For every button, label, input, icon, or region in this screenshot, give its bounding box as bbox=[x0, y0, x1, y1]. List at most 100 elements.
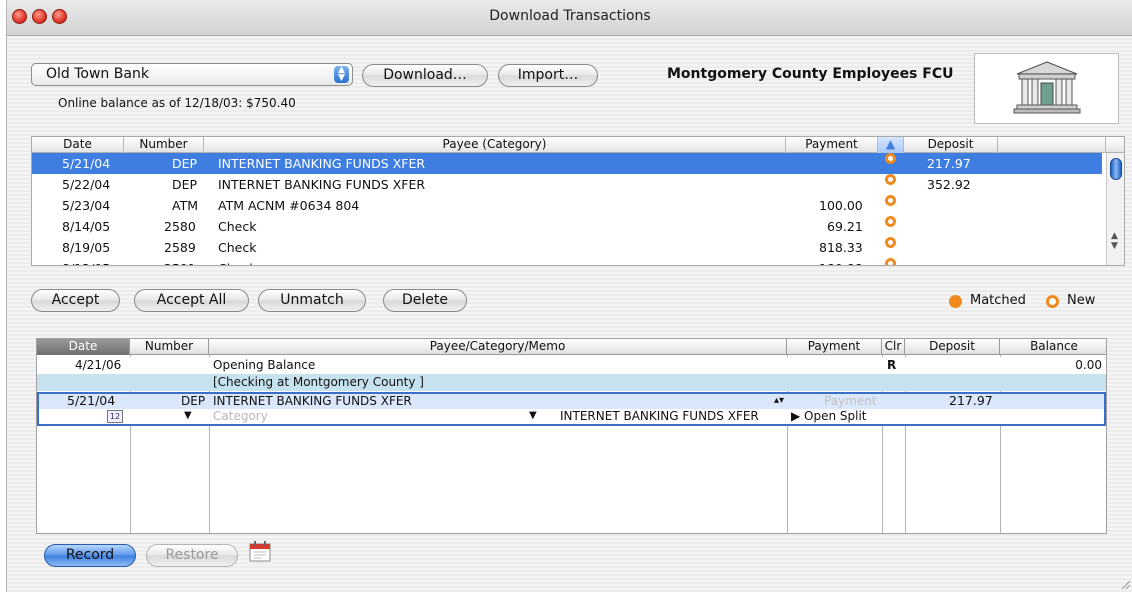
col-payee[interactable]: Payee (Category) bbox=[204, 137, 786, 153]
matched-legend-label: Matched bbox=[970, 293, 1026, 308]
col-payment[interactable]: Payment bbox=[786, 137, 878, 153]
reg-col-clr[interactable]: Clr bbox=[882, 339, 905, 355]
table-row[interactable]: 5/22/04 DEP INTERNET BANKING FUNDS XFER … bbox=[32, 174, 1102, 195]
new-status-icon bbox=[885, 237, 896, 248]
scroll-arrows-icon[interactable]: ▲ ▼ bbox=[1111, 231, 1118, 251]
import-button[interactable]: Import… bbox=[498, 64, 598, 87]
register-row-opening-transfer: [Checking at Montgomery County ] bbox=[37, 374, 1106, 391]
table-row[interactable]: 5/23/04 ATM ATM ACNM #0634 804 100.00 bbox=[32, 195, 1102, 216]
downloaded-transactions-table: Date Number Payee (Category) Payment ▲ D… bbox=[31, 136, 1125, 266]
number-dropdown-arrow-icon[interactable]: ▼ bbox=[184, 409, 192, 423]
edit-date-field[interactable]: 5/21/04 bbox=[67, 394, 115, 408]
account-selector[interactable]: Old Town Bank ▲ ▼ bbox=[31, 63, 353, 86]
calendar-icon[interactable]: 12 bbox=[107, 410, 123, 423]
register-row-opening[interactable]: 4/21/06 Opening Balance R 0.00 bbox=[37, 357, 1106, 374]
opening-transfer: [Checking at Montgomery County ] bbox=[213, 375, 424, 389]
row-payee: Check bbox=[218, 258, 256, 265]
bank-building-icon bbox=[1013, 61, 1081, 114]
edit-payee-field[interactable]: INTERNET BANKING FUNDS XFER bbox=[213, 394, 412, 408]
row-number: 2591 bbox=[164, 258, 196, 265]
col-status-sort[interactable]: ▲ bbox=[878, 137, 904, 153]
scroll-thumb[interactable] bbox=[1110, 158, 1122, 180]
row-payee: INTERNET BANKING FUNDS XFER bbox=[218, 156, 426, 171]
online-balance-text: Online balance as of 12/18/03: $750.40 bbox=[58, 96, 296, 110]
col-number[interactable]: Number bbox=[124, 137, 204, 153]
row-date: 8/19/05 bbox=[62, 240, 111, 255]
col-blank bbox=[998, 137, 1106, 153]
bank-name: Montgomery County Employees FCU bbox=[667, 66, 954, 82]
account-selector-value: Old Town Bank bbox=[46, 66, 149, 82]
opening-payee: Opening Balance bbox=[213, 358, 316, 372]
reg-col-date[interactable]: Date bbox=[37, 339, 130, 355]
record-button[interactable]: Record bbox=[44, 544, 136, 567]
new-status-icon bbox=[885, 216, 896, 227]
calendar-icon[interactable] bbox=[247, 539, 275, 565]
edit-payment-field[interactable]: Payment bbox=[824, 394, 877, 408]
table-row[interactable]: 5/21/04 DEP INTERNET BANKING FUNDS XFER … bbox=[32, 153, 1102, 174]
new-legend-label: New bbox=[1067, 293, 1096, 308]
row-payee: ATM ACNM #0634 804 bbox=[218, 198, 360, 213]
window-content: Old Town Bank ▲ ▼ Download… Import… Onlin… bbox=[7, 36, 1132, 592]
accept-button[interactable]: Accept bbox=[31, 289, 120, 312]
row-payment: 180.88 bbox=[819, 258, 863, 265]
row-date: 5/23/04 bbox=[62, 198, 111, 213]
table-row[interactable]: 8/14/05 2580 Check 69.21 bbox=[32, 216, 1102, 237]
editing-transaction[interactable]: 5/21/04 DEP INTERNET BANKING FUNDS XFER … bbox=[37, 392, 1106, 426]
edit-memo-field[interactable]: INTERNET BANKING FUNDS XFER bbox=[560, 409, 759, 423]
edit-deposit-field[interactable]: 217.97 bbox=[949, 394, 993, 408]
download-transactions-window: Download Transactions Old Town Bank ▲ ▼ D… bbox=[6, 0, 1132, 592]
new-legend-icon bbox=[1046, 295, 1059, 308]
new-status-icon bbox=[885, 174, 896, 185]
resize-grip-icon[interactable] bbox=[1119, 578, 1131, 590]
row-number: DEP bbox=[172, 156, 198, 171]
col-date[interactable]: Date bbox=[32, 137, 124, 153]
row-date: 8/12/05 bbox=[62, 258, 110, 265]
reg-col-deposit[interactable]: Deposit bbox=[905, 339, 1000, 355]
opening-date: 4/21/06 bbox=[75, 358, 122, 372]
row-date: 8/14/05 bbox=[62, 219, 111, 234]
row-number: ATM bbox=[172, 198, 199, 213]
open-split-button[interactable]: ▶ Open Split bbox=[791, 409, 867, 423]
row-payment: 69.21 bbox=[827, 219, 863, 234]
opening-balance: 0.00 bbox=[1075, 358, 1102, 372]
category-dropdown-arrow-icon[interactable]: ▼ bbox=[529, 409, 537, 423]
reg-col-number[interactable]: Number bbox=[130, 339, 209, 355]
table-row[interactable]: 8/19/05 2589 Check 818.33 bbox=[32, 237, 1102, 258]
download-button[interactable]: Download… bbox=[362, 64, 488, 87]
row-deposit: 217.97 bbox=[927, 156, 971, 171]
popup-arrows-icon: ▲ ▼ bbox=[334, 66, 349, 83]
accept-all-button[interactable]: Accept All bbox=[134, 289, 249, 312]
row-date: 5/21/04 bbox=[62, 156, 111, 171]
reg-col-payee[interactable]: Payee/Category/Memo bbox=[209, 339, 787, 355]
table-row[interactable]: 8/12/05 2591 Check 180.88 bbox=[32, 258, 1102, 265]
row-number: 2589 bbox=[164, 240, 196, 255]
row-deposit: 352.92 bbox=[927, 177, 971, 192]
window-title: Download Transactions bbox=[489, 8, 651, 24]
col-deposit[interactable]: Deposit bbox=[904, 137, 998, 153]
register-table: Date Number Payee/Category/Memo Payment … bbox=[36, 338, 1107, 534]
edit-number-field[interactable]: DEP bbox=[181, 394, 205, 408]
downloaded-table-header: Date Number Payee (Category) Payment ▲ D… bbox=[32, 137, 1124, 153]
reg-col-balance[interactable]: Balance bbox=[1000, 339, 1106, 355]
row-payee: Check bbox=[218, 219, 257, 234]
restore-button[interactable]: Restore bbox=[146, 544, 238, 567]
delete-button[interactable]: Delete bbox=[383, 289, 467, 312]
row-payee: INTERNET BANKING FUNDS XFER bbox=[218, 177, 426, 192]
matched-legend-icon bbox=[949, 295, 962, 308]
reg-col-payment[interactable]: Payment bbox=[787, 339, 882, 355]
bank-logo bbox=[974, 53, 1119, 124]
new-status-icon bbox=[885, 195, 896, 206]
downloaded-table-scrollbar[interactable]: ▲ ▼ bbox=[1106, 153, 1124, 265]
title-bar: Download Transactions bbox=[7, 0, 1132, 36]
row-payment: 818.33 bbox=[819, 240, 863, 255]
opening-clr: R bbox=[887, 358, 897, 372]
row-date: 5/22/04 bbox=[62, 177, 111, 192]
edit-row-main: 5/21/04 DEP INTERNET BANKING FUNDS XFER … bbox=[39, 394, 1104, 409]
row-number: DEP bbox=[172, 177, 198, 192]
edit-category-field[interactable]: Category bbox=[213, 409, 268, 423]
new-status-icon bbox=[885, 153, 896, 164]
row-number: 2580 bbox=[164, 219, 196, 234]
unmatch-button[interactable]: Unmatch bbox=[258, 289, 366, 312]
register-table-header: Date Number Payee/Category/Memo Payment … bbox=[37, 339, 1106, 355]
payee-popup-arrows-icon[interactable]: ▴▾ bbox=[774, 394, 784, 408]
